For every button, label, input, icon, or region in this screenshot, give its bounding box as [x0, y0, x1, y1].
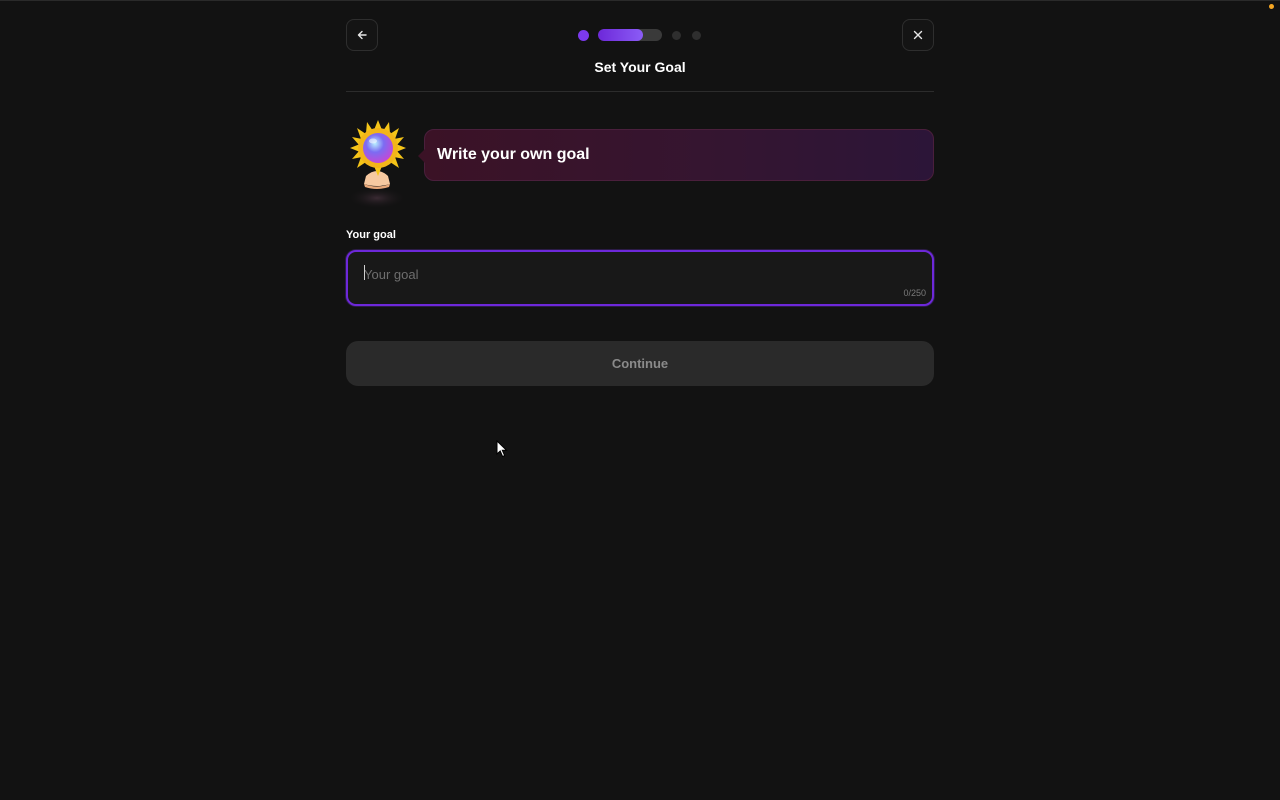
notification-dot — [1269, 4, 1274, 9]
progress-step-2 — [598, 29, 662, 41]
progress-step-2-fill — [598, 29, 643, 41]
bubble-tail — [418, 149, 425, 163]
prompt-bubble: Write your own goal — [418, 129, 934, 181]
goal-input[interactable] — [362, 262, 906, 286]
mouse-cursor-icon — [496, 440, 508, 458]
close-icon — [913, 30, 923, 40]
text-caret — [364, 265, 365, 280]
goal-field-label: Your goal — [346, 229, 396, 241]
page-title: Set Your Goal — [594, 59, 686, 75]
progress-step-4 — [692, 30, 701, 40]
character-counter: 0/250 — [903, 288, 926, 298]
goal-field[interactable]: 0/250 — [346, 250, 934, 306]
sun-mascot-icon — [347, 120, 407, 209]
progress-step-1 — [578, 29, 589, 41]
header: Set Your Goal — [346, 19, 934, 92]
window-top-border — [0, 0, 1280, 1]
back-button[interactable] — [346, 19, 378, 51]
progress-indicator — [578, 29, 712, 41]
goal-setup-page: Set Your Goal Write your own goal Your g… — [0, 0, 1280, 800]
close-button[interactable] — [902, 19, 934, 51]
progress-step-3 — [672, 30, 681, 40]
prompt-text: Write your own goal — [437, 146, 590, 163]
continue-button[interactable]: Continue — [346, 341, 934, 386]
arrow-left-icon — [357, 30, 367, 40]
